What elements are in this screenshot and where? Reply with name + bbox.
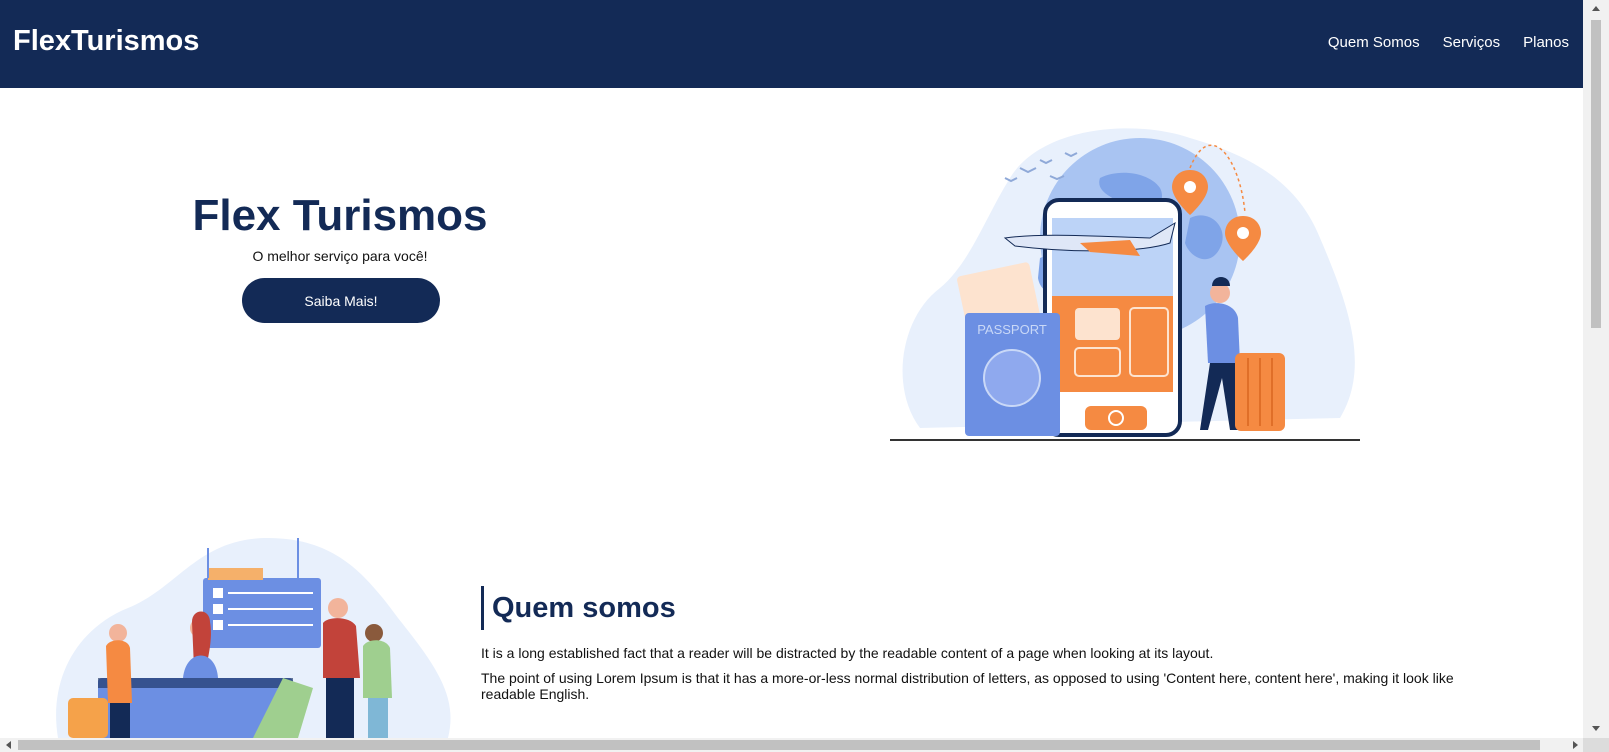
brand-logo[interactable]: FlexTurismos xyxy=(13,25,199,58)
scroll-left-icon[interactable] xyxy=(6,741,11,749)
hero-subtitle: O melhor serviço para você! xyxy=(252,248,428,264)
vertical-scroll-thumb[interactable] xyxy=(1591,20,1601,328)
about-paragraph-1: It is a long established fact that a rea… xyxy=(481,645,1214,661)
scroll-down-icon[interactable] xyxy=(1592,726,1600,731)
about-content: Quem somos It is a long established fact… xyxy=(481,586,1491,702)
passport-label: PASSPORT xyxy=(977,322,1047,337)
hero-text: Flex Turismos O melhor serviço para você… xyxy=(190,191,490,264)
travel-illustration-icon: PASSPORT xyxy=(890,128,1360,441)
about-paragraph-2: The point of using Lorem Ipsum is that i… xyxy=(481,670,1454,702)
scroll-up-icon[interactable] xyxy=(1592,6,1600,11)
scroll-right-icon[interactable] xyxy=(1573,741,1578,749)
nav-link-planos[interactable]: Planos xyxy=(1523,34,1569,51)
nav-link-servicos[interactable]: Serviços xyxy=(1443,34,1501,51)
horizontal-scroll-thumb[interactable] xyxy=(18,740,1540,750)
vertical-scrollbar[interactable] xyxy=(1583,0,1609,738)
page-viewport: FlexTurismos Quem Somos Serviços Planos … xyxy=(0,0,1583,738)
nav-link-quem-somos[interactable]: Quem Somos xyxy=(1328,34,1420,51)
about-title: Quem somos xyxy=(481,586,1491,630)
navbar: FlexTurismos Quem Somos Serviços Planos xyxy=(0,0,1583,88)
nav-menu: Quem Somos Serviços Planos xyxy=(1328,34,1569,51)
scrollbar-corner xyxy=(1583,738,1609,752)
hero-title: Flex Turismos xyxy=(192,191,488,240)
airport-checkin-illustration-icon xyxy=(56,538,451,738)
horizontal-scrollbar[interactable] xyxy=(0,738,1583,752)
saiba-mais-button[interactable]: Saiba Mais! xyxy=(242,278,440,323)
